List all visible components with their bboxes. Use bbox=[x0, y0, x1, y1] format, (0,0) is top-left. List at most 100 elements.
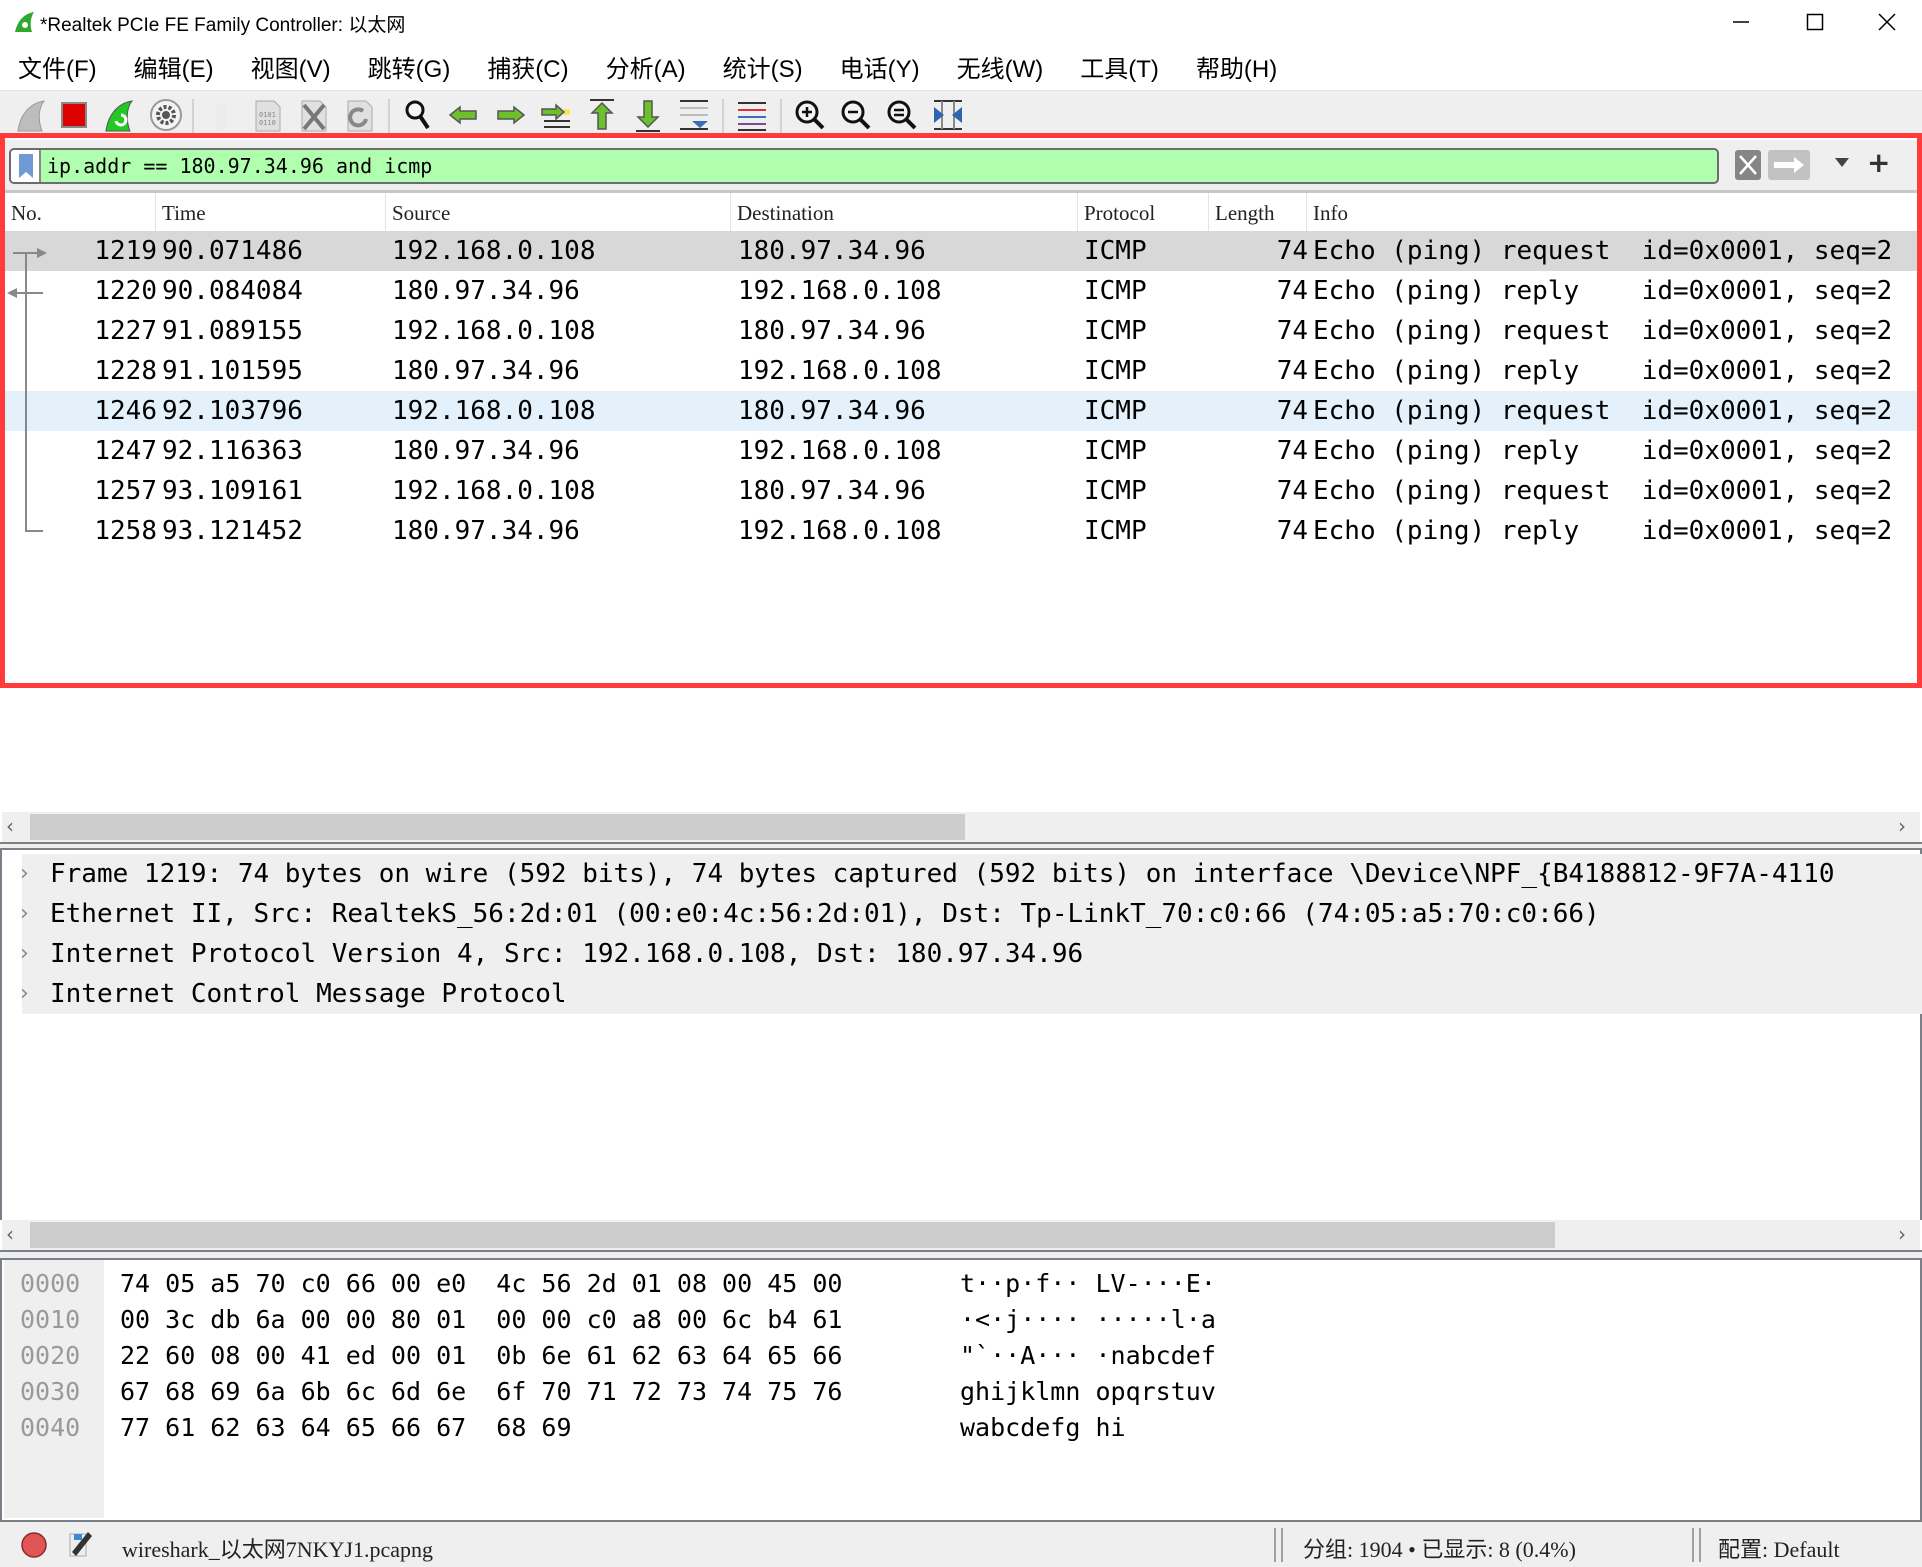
hex-bytes[interactable]: 67 68 69 6a 6b 6c 6d 6e 6f 70 71 72 73 7… bbox=[120, 1374, 842, 1410]
menu-statistics[interactable]: 统计(S) bbox=[721, 47, 805, 86]
column-header-info[interactable]: Info bbox=[1306, 193, 1917, 231]
apply-filter-button[interactable] bbox=[1768, 150, 1810, 180]
save-file-icon[interactable]: 01010110 bbox=[250, 97, 286, 133]
packet-row[interactable]: 1257 93.109161 192.168.0.108 180.97.34.96 IC… bbox=[5, 471, 1917, 511]
packet-destination: 180.97.34.96 bbox=[738, 316, 926, 346]
expand-chevron-icon[interactable]: › bbox=[22, 974, 40, 1014]
close-button[interactable] bbox=[1852, 0, 1922, 44]
menu-go[interactable]: 跳转(G) bbox=[366, 47, 453, 86]
packet-length: 74 bbox=[1276, 356, 1308, 386]
capture-status-icon[interactable] bbox=[20, 1531, 48, 1559]
menu-tools[interactable]: 工具(T) bbox=[1078, 47, 1161, 86]
detail-row-ipv4[interactable]: › Internet Protocol Version 4, Src: 192.… bbox=[22, 934, 1922, 974]
column-header-source[interactable]: Source bbox=[385, 193, 730, 231]
hex-bytes[interactable]: 22 60 08 00 41 ed 00 01 0b 6e 61 62 63 6… bbox=[120, 1338, 842, 1374]
menu-edit[interactable]: 编辑(E) bbox=[132, 47, 216, 86]
pane-splitter[interactable] bbox=[0, 1250, 1922, 1260]
packet-protocol: ICMP bbox=[1084, 476, 1147, 506]
find-packet-icon[interactable] bbox=[400, 97, 436, 133]
zoom-out-icon[interactable] bbox=[838, 97, 874, 133]
hex-ascii[interactable]: wabcdefg hi bbox=[960, 1410, 1126, 1446]
packet-info: Echo (ping) request id=0x0001, seq=2 bbox=[1313, 236, 1893, 266]
go-first-packet-icon[interactable] bbox=[584, 97, 620, 133]
hex-bytes[interactable]: 77 61 62 63 64 65 66 67 68 69 bbox=[120, 1410, 572, 1446]
display-filter-field[interactable] bbox=[9, 148, 1719, 184]
packet-row[interactable]: 1247 92.116363 180.97.34.96 192.168.0.108 IC… bbox=[5, 431, 1917, 471]
packet-list-hscrollbar[interactable]: ‹ › bbox=[2, 812, 1920, 842]
zoom-in-icon[interactable] bbox=[792, 97, 828, 133]
packet-row[interactable]: 1258 93.121452 180.97.34.96 192.168.0.108 IC… bbox=[5, 511, 1917, 551]
packet-row[interactable]: 1228 91.101595 180.97.34.96 192.168.0.108 IC… bbox=[5, 351, 1917, 391]
column-header-length[interactable]: Length bbox=[1208, 193, 1306, 231]
packet-length: 74 bbox=[1276, 396, 1308, 426]
add-filter-button[interactable]: + bbox=[1867, 146, 1890, 179]
maximize-button[interactable] bbox=[1780, 0, 1850, 44]
scroll-left-icon[interactable]: ‹ bbox=[6, 814, 14, 838]
stop-capture-icon[interactable] bbox=[56, 97, 92, 133]
column-header-time[interactable]: Time bbox=[155, 193, 385, 231]
restart-capture-icon[interactable] bbox=[102, 97, 138, 133]
scroll-left-icon[interactable]: ‹ bbox=[6, 1222, 14, 1246]
go-back-icon[interactable] bbox=[446, 97, 482, 133]
packet-row[interactable]: 1246 92.103796 192.168.0.108 180.97.34.96 IC… bbox=[5, 391, 1917, 431]
filter-history-dropdown-icon[interactable] bbox=[1835, 158, 1849, 167]
expand-chevron-icon[interactable]: › bbox=[22, 854, 40, 894]
capture-options-icon[interactable] bbox=[148, 97, 184, 133]
packet-source: 192.168.0.108 bbox=[392, 236, 596, 266]
packet-details-pane: › Frame 1219: 74 bytes on wire (592 bits… bbox=[0, 850, 1922, 1220]
hex-bytes[interactable]: 74 05 a5 70 c0 66 00 e0 4c 56 2d 01 08 0… bbox=[120, 1266, 842, 1302]
colorize-icon[interactable] bbox=[734, 97, 770, 133]
hex-ascii[interactable]: t··p·f·· LV-···E· bbox=[960, 1266, 1216, 1302]
go-forward-icon[interactable] bbox=[492, 97, 528, 133]
column-header-destination[interactable]: Destination bbox=[730, 193, 1077, 231]
clear-filter-button[interactable] bbox=[1735, 150, 1761, 180]
detail-row-icmp[interactable]: › Internet Control Message Protocol bbox=[22, 974, 1922, 1014]
close-file-icon[interactable] bbox=[296, 97, 332, 133]
go-last-packet-icon[interactable] bbox=[630, 97, 666, 133]
menu-view[interactable]: 视图(V) bbox=[249, 47, 333, 86]
detail-row-frame[interactable]: › Frame 1219: 74 bytes on wire (592 bits… bbox=[22, 854, 1922, 894]
menu-help[interactable]: 帮助(H) bbox=[1194, 47, 1279, 86]
resize-columns-icon[interactable] bbox=[930, 97, 966, 133]
zoom-normal-icon[interactable] bbox=[884, 97, 920, 133]
column-header-protocol[interactable]: Protocol bbox=[1077, 193, 1208, 231]
profile-status[interactable]: 配置: Default bbox=[1718, 1532, 1840, 1564]
auto-scroll-icon[interactable] bbox=[676, 97, 712, 133]
packet-source: 180.97.34.96 bbox=[392, 516, 580, 546]
details-hscrollbar[interactable]: ‹ › bbox=[2, 1220, 1920, 1250]
expand-chevron-icon[interactable]: › bbox=[22, 934, 40, 974]
column-header-no[interactable]: No. bbox=[5, 193, 155, 231]
display-filter-input[interactable] bbox=[47, 150, 1427, 182]
packet-row[interactable]: 1227 91.089155 192.168.0.108 180.97.34.96 IC… bbox=[5, 311, 1917, 351]
hex-ascii[interactable]: ·<·j···· ·····l·a bbox=[960, 1302, 1216, 1338]
edit-comment-icon[interactable] bbox=[66, 1528, 94, 1560]
detail-row-ethernet[interactable]: › Ethernet II, Src: RealtekS_56:2d:01 (0… bbox=[22, 894, 1922, 934]
packet-destination: 180.97.34.96 bbox=[738, 236, 926, 266]
packet-count-status: 分组: 1904 • 已显示: 8 (0.4%) bbox=[1303, 1537, 1576, 1562]
packet-list-scroll-thumb[interactable] bbox=[30, 814, 965, 840]
menu-wireless[interactable]: 无线(W) bbox=[955, 47, 1046, 86]
open-file-icon[interactable] bbox=[204, 97, 240, 133]
hex-ascii[interactable]: "`··A··· ·nabcdef bbox=[960, 1338, 1216, 1374]
pane-splitter[interactable] bbox=[0, 842, 1922, 850]
packet-row[interactable]: 1220 90.084084 180.97.34.96 192.168.0.108 IC… bbox=[5, 271, 1917, 311]
toolbar-separator bbox=[388, 99, 390, 133]
status-separator bbox=[1274, 1528, 1276, 1562]
details-scroll-thumb[interactable] bbox=[30, 1222, 1555, 1248]
menu-telephony[interactable]: 电话(Y) bbox=[838, 47, 922, 86]
hex-ascii[interactable]: ghijklmn opqrstuv bbox=[960, 1374, 1216, 1410]
packet-row[interactable]: 1219 90.071486 192.168.0.108 180.97.34.96 IC… bbox=[5, 231, 1917, 271]
menu-capture[interactable]: 捕获(C) bbox=[485, 47, 570, 86]
hex-bytes[interactable]: 00 3c db 6a 00 00 80 01 00 00 c0 a8 00 6… bbox=[120, 1302, 842, 1338]
scroll-right-icon[interactable]: › bbox=[1898, 814, 1906, 838]
reload-file-icon[interactable] bbox=[342, 97, 378, 133]
minimize-button[interactable] bbox=[1706, 0, 1776, 44]
packet-destination: 192.168.0.108 bbox=[738, 516, 942, 546]
expand-chevron-icon[interactable]: › bbox=[22, 894, 40, 934]
go-to-packet-icon[interactable] bbox=[538, 97, 574, 133]
filter-bookmark-button[interactable] bbox=[11, 150, 41, 182]
menu-analyze[interactable]: 分析(A) bbox=[604, 47, 688, 86]
scroll-right-icon[interactable]: › bbox=[1898, 1222, 1906, 1246]
menu-file[interactable]: 文件(F) bbox=[16, 47, 99, 86]
start-capture-icon[interactable] bbox=[14, 97, 50, 133]
